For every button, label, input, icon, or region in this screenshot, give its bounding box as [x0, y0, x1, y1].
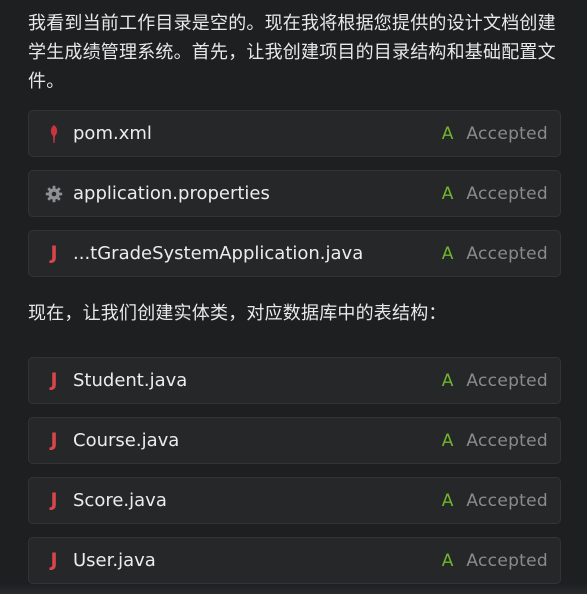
file-name: Student.java: [73, 370, 188, 391]
java-icon: J: [50, 429, 58, 451]
bottom-fade: [0, 584, 587, 594]
java-icon: J: [50, 242, 58, 264]
added-status-letter: A: [441, 550, 454, 571]
file-row-application-java[interactable]: J ...tGradeSystemApplication.java A Acce…: [28, 230, 561, 277]
added-status-letter: A: [441, 370, 454, 391]
file-row-user-java[interactable]: J User.java A Accepted: [28, 537, 561, 584]
assistant-message-entities: 现在，让我们创建实体类，对应数据库中的表结构：: [28, 303, 447, 324]
added-status-letter: A: [441, 430, 454, 451]
file-name: application.properties: [73, 183, 270, 204]
gear-icon: [43, 183, 65, 205]
added-status-letter: A: [441, 243, 454, 264]
file-row-student-java[interactable]: J Student.java A Accepted: [28, 357, 561, 404]
accepted-status: Accepted: [466, 123, 548, 144]
added-status-letter: A: [441, 123, 454, 144]
file-name: Course.java: [73, 430, 180, 451]
added-status-letter: A: [441, 490, 454, 511]
accepted-status: Accepted: [466, 550, 548, 571]
file-name: Score.java: [73, 490, 167, 511]
added-status-letter: A: [441, 183, 454, 204]
file-row-application-properties[interactable]: application.properties A Accepted: [28, 170, 561, 217]
file-name: User.java: [73, 550, 156, 571]
maven-feather-icon: [43, 123, 65, 145]
file-row-score-java[interactable]: J Score.java A Accepted: [28, 477, 561, 524]
accepted-status: Accepted: [466, 243, 548, 264]
accepted-status: Accepted: [466, 490, 548, 511]
java-icon: J: [50, 489, 58, 511]
java-icon: J: [50, 549, 58, 571]
assistant-message-intro: 我看到当前工作目录是空的。现在我将根据您提供的设计文档创建学生成绩管理系统。首先…: [28, 13, 556, 92]
file-row-pom[interactable]: pom.xml A Accepted: [28, 110, 561, 157]
accepted-status: Accepted: [466, 430, 548, 451]
file-row-course-java[interactable]: J Course.java A Accepted: [28, 417, 561, 464]
file-name: ...tGradeSystemApplication.java: [73, 243, 364, 264]
java-icon: J: [50, 369, 58, 391]
file-name: pom.xml: [73, 123, 152, 144]
accepted-status: Accepted: [466, 370, 548, 391]
chat-panel: 我看到当前工作目录是空的。现在我将根据您提供的设计文档创建学生成绩管理系统。首先…: [0, 0, 587, 594]
accepted-status: Accepted: [466, 183, 548, 204]
